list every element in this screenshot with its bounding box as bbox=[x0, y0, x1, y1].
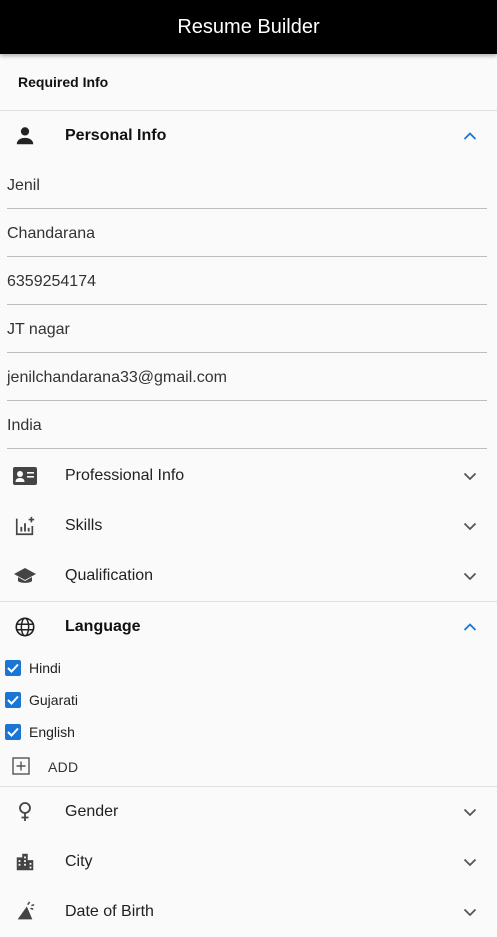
qualification-title: Qualification bbox=[65, 567, 154, 584]
professional-info-header[interactable]: Professional Info bbox=[0, 451, 497, 501]
personal-info-title: Personal Info bbox=[65, 127, 167, 144]
qualification-header[interactable]: Qualification bbox=[0, 551, 497, 601]
language-title: Language bbox=[65, 618, 141, 635]
chevron-down-icon[interactable] bbox=[463, 501, 477, 551]
first-name-field[interactable]: Jenil bbox=[7, 161, 487, 209]
country-field[interactable]: India bbox=[7, 401, 487, 449]
language-item-hindi[interactable]: Hindi bbox=[0, 652, 497, 684]
date-of-birth-header[interactable]: Date of Birth bbox=[0, 887, 497, 937]
language-label: English bbox=[29, 724, 75, 740]
checkbox-checked[interactable] bbox=[5, 660, 21, 676]
city-title: City bbox=[65, 853, 93, 870]
app-title: Resume Builder bbox=[177, 15, 320, 38]
phone-field[interactable]: 6359254174 bbox=[7, 257, 487, 305]
skills-title: Skills bbox=[65, 517, 103, 534]
female-icon bbox=[0, 787, 50, 837]
language-item-english[interactable]: English bbox=[0, 716, 497, 748]
app-bar: Resume Builder bbox=[0, 0, 497, 54]
chevron-down-icon[interactable] bbox=[463, 887, 477, 937]
person-icon bbox=[0, 111, 50, 161]
checkbox-checked[interactable] bbox=[5, 692, 21, 708]
personal-info-header[interactable]: Personal Info bbox=[0, 111, 497, 161]
add-label: ADD bbox=[48, 759, 79, 775]
chevron-down-icon[interactable] bbox=[463, 837, 477, 887]
city-buildings-icon bbox=[0, 837, 50, 887]
chevron-down-icon[interactable] bbox=[463, 551, 477, 601]
chart-add-icon bbox=[0, 501, 50, 551]
professional-info-title: Professional Info bbox=[65, 467, 185, 484]
graduation-cap-icon bbox=[0, 551, 50, 601]
globe-icon bbox=[0, 602, 50, 652]
address-field[interactable]: JT nagar bbox=[7, 305, 487, 353]
add-language-button[interactable]: ADD bbox=[0, 748, 497, 786]
language-header[interactable]: Language bbox=[0, 602, 497, 652]
last-name-field[interactable]: Chandarana bbox=[7, 209, 487, 257]
gender-header[interactable]: Gender bbox=[0, 787, 497, 837]
chevron-down-icon[interactable] bbox=[463, 787, 477, 837]
chevron-up-icon[interactable] bbox=[463, 602, 477, 652]
chevron-down-icon[interactable] bbox=[463, 451, 477, 501]
add-box-icon bbox=[12, 756, 30, 778]
email-field[interactable]: jenilchandarana33@gmail.com bbox=[7, 353, 487, 401]
skills-header[interactable]: Skills bbox=[0, 501, 497, 551]
language-label: Hindi bbox=[29, 660, 61, 676]
chevron-up-icon[interactable] bbox=[463, 111, 477, 161]
id-card-icon bbox=[0, 451, 50, 501]
required-info-label: Required Info bbox=[0, 54, 497, 111]
cake-icon bbox=[0, 887, 50, 937]
date-of-birth-title: Date of Birth bbox=[65, 903, 154, 920]
language-item-gujarati[interactable]: Gujarati bbox=[0, 684, 497, 716]
gender-title: Gender bbox=[65, 803, 119, 820]
language-label: Gujarati bbox=[29, 692, 79, 708]
checkbox-checked[interactable] bbox=[5, 724, 21, 740]
city-header[interactable]: City bbox=[0, 837, 497, 887]
